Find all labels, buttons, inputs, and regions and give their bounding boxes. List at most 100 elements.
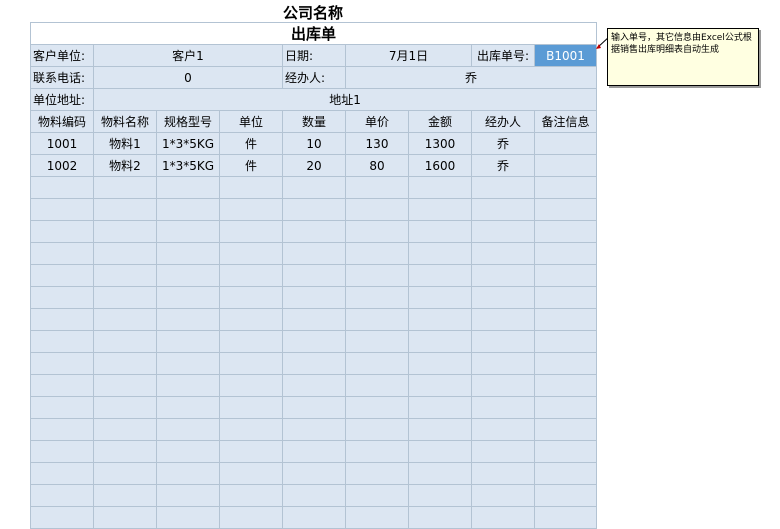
table-cell[interactable] bbox=[93, 176, 157, 199]
table-cell[interactable]: 件 bbox=[219, 132, 283, 155]
table-cell[interactable] bbox=[93, 440, 157, 463]
table-cell[interactable] bbox=[156, 286, 220, 309]
table-cell[interactable] bbox=[345, 220, 409, 243]
table-cell[interactable] bbox=[471, 462, 535, 485]
table-cell[interactable] bbox=[30, 176, 94, 199]
table-cell[interactable] bbox=[471, 220, 535, 243]
table-cell[interactable] bbox=[219, 220, 283, 243]
table-cell[interactable]: 80 bbox=[345, 154, 409, 177]
table-cell[interactable] bbox=[156, 264, 220, 287]
table-cell[interactable] bbox=[93, 220, 157, 243]
table-cell[interactable] bbox=[93, 330, 157, 353]
table-cell[interactable] bbox=[30, 440, 94, 463]
table-cell[interactable] bbox=[282, 308, 346, 331]
table-cell[interactable] bbox=[345, 242, 409, 265]
table-cell[interactable]: 物料1 bbox=[93, 132, 157, 155]
table-cell[interactable] bbox=[282, 440, 346, 463]
table-cell[interactable] bbox=[345, 330, 409, 353]
table-cell[interactable]: 乔 bbox=[471, 132, 535, 155]
table-cell[interactable]: 物料2 bbox=[93, 154, 157, 177]
table-cell[interactable] bbox=[533, 396, 598, 419]
table-cell[interactable] bbox=[219, 374, 283, 397]
company-name[interactable]: 公司名称 bbox=[30, 4, 596, 22]
table-cell[interactable] bbox=[471, 374, 535, 397]
table-cell[interactable] bbox=[282, 462, 346, 485]
table-cell[interactable] bbox=[345, 264, 409, 287]
table-cell[interactable] bbox=[93, 352, 157, 375]
table-cell[interactable] bbox=[30, 286, 94, 309]
table-cell[interactable] bbox=[345, 374, 409, 397]
table-cell[interactable] bbox=[345, 462, 409, 485]
table-cell[interactable] bbox=[408, 198, 472, 221]
table-cell[interactable] bbox=[156, 484, 220, 507]
table-cell[interactable] bbox=[156, 352, 220, 375]
table-cell[interactable] bbox=[30, 396, 94, 419]
table-cell[interactable] bbox=[408, 176, 472, 199]
table-cell[interactable] bbox=[533, 198, 598, 221]
customer-value-cell[interactable]: 客户1 bbox=[93, 44, 283, 67]
table-cell[interactable] bbox=[156, 418, 220, 441]
table-cell[interactable] bbox=[219, 308, 283, 331]
table-cell[interactable] bbox=[156, 176, 220, 199]
table-cell[interactable] bbox=[93, 484, 157, 507]
table-cell[interactable] bbox=[30, 352, 94, 375]
table-cell[interactable] bbox=[93, 396, 157, 419]
column-header-cell[interactable]: 备注信息 bbox=[533, 110, 598, 133]
table-cell[interactable] bbox=[471, 440, 535, 463]
table-cell[interactable] bbox=[345, 308, 409, 331]
table-cell[interactable] bbox=[408, 220, 472, 243]
table-cell[interactable] bbox=[471, 286, 535, 309]
table-cell[interactable] bbox=[219, 176, 283, 199]
table-cell[interactable] bbox=[30, 418, 94, 441]
column-header-cell[interactable]: 物料编码 bbox=[30, 110, 94, 133]
table-cell[interactable] bbox=[30, 506, 94, 529]
order-number-input[interactable]: B1001 bbox=[533, 44, 598, 67]
table-cell[interactable] bbox=[93, 242, 157, 265]
table-cell[interactable] bbox=[282, 396, 346, 419]
table-cell[interactable] bbox=[345, 440, 409, 463]
column-header-cell[interactable]: 单价 bbox=[345, 110, 409, 133]
table-cell[interactable] bbox=[156, 308, 220, 331]
table-cell[interactable] bbox=[408, 352, 472, 375]
table-cell[interactable] bbox=[471, 506, 535, 529]
table-cell[interactable] bbox=[408, 440, 472, 463]
table-cell[interactable] bbox=[408, 484, 472, 507]
table-cell[interactable] bbox=[282, 220, 346, 243]
table-cell[interactable]: 130 bbox=[345, 132, 409, 155]
table-cell[interactable] bbox=[93, 462, 157, 485]
column-header-cell[interactable]: 数量 bbox=[282, 110, 346, 133]
form-title[interactable]: 出库单 bbox=[29, 22, 598, 45]
table-cell[interactable] bbox=[219, 462, 283, 485]
column-header-cell[interactable]: 金额 bbox=[408, 110, 472, 133]
table-cell[interactable] bbox=[93, 418, 157, 441]
table-cell[interactable] bbox=[219, 286, 283, 309]
table-cell[interactable] bbox=[30, 308, 94, 331]
table-cell[interactable] bbox=[408, 462, 472, 485]
table-cell[interactable]: 1300 bbox=[408, 132, 472, 155]
table-cell[interactable]: 件 bbox=[219, 154, 283, 177]
table-cell[interactable] bbox=[156, 374, 220, 397]
table-cell[interactable] bbox=[156, 440, 220, 463]
table-cell[interactable] bbox=[219, 198, 283, 221]
table-cell[interactable] bbox=[533, 440, 598, 463]
table-cell[interactable] bbox=[408, 330, 472, 353]
table-cell[interactable] bbox=[156, 242, 220, 265]
table-cell[interactable] bbox=[408, 242, 472, 265]
column-header-cell[interactable]: 经办人 bbox=[471, 110, 535, 133]
table-cell[interactable]: 1600 bbox=[408, 154, 472, 177]
table-cell[interactable] bbox=[282, 176, 346, 199]
table-cell[interactable] bbox=[345, 418, 409, 441]
table-cell[interactable] bbox=[533, 418, 598, 441]
table-cell[interactable] bbox=[93, 308, 157, 331]
table-cell[interactable] bbox=[219, 506, 283, 529]
table-cell[interactable] bbox=[533, 484, 598, 507]
table-cell[interactable] bbox=[345, 506, 409, 529]
table-cell[interactable] bbox=[219, 330, 283, 353]
table-cell[interactable] bbox=[219, 352, 283, 375]
table-cell[interactable] bbox=[282, 506, 346, 529]
table-cell[interactable] bbox=[408, 374, 472, 397]
phone-value-cell[interactable]: 0 bbox=[93, 66, 283, 89]
table-cell[interactable]: 10 bbox=[282, 132, 346, 155]
table-cell[interactable] bbox=[30, 198, 94, 221]
table-cell[interactable] bbox=[156, 220, 220, 243]
